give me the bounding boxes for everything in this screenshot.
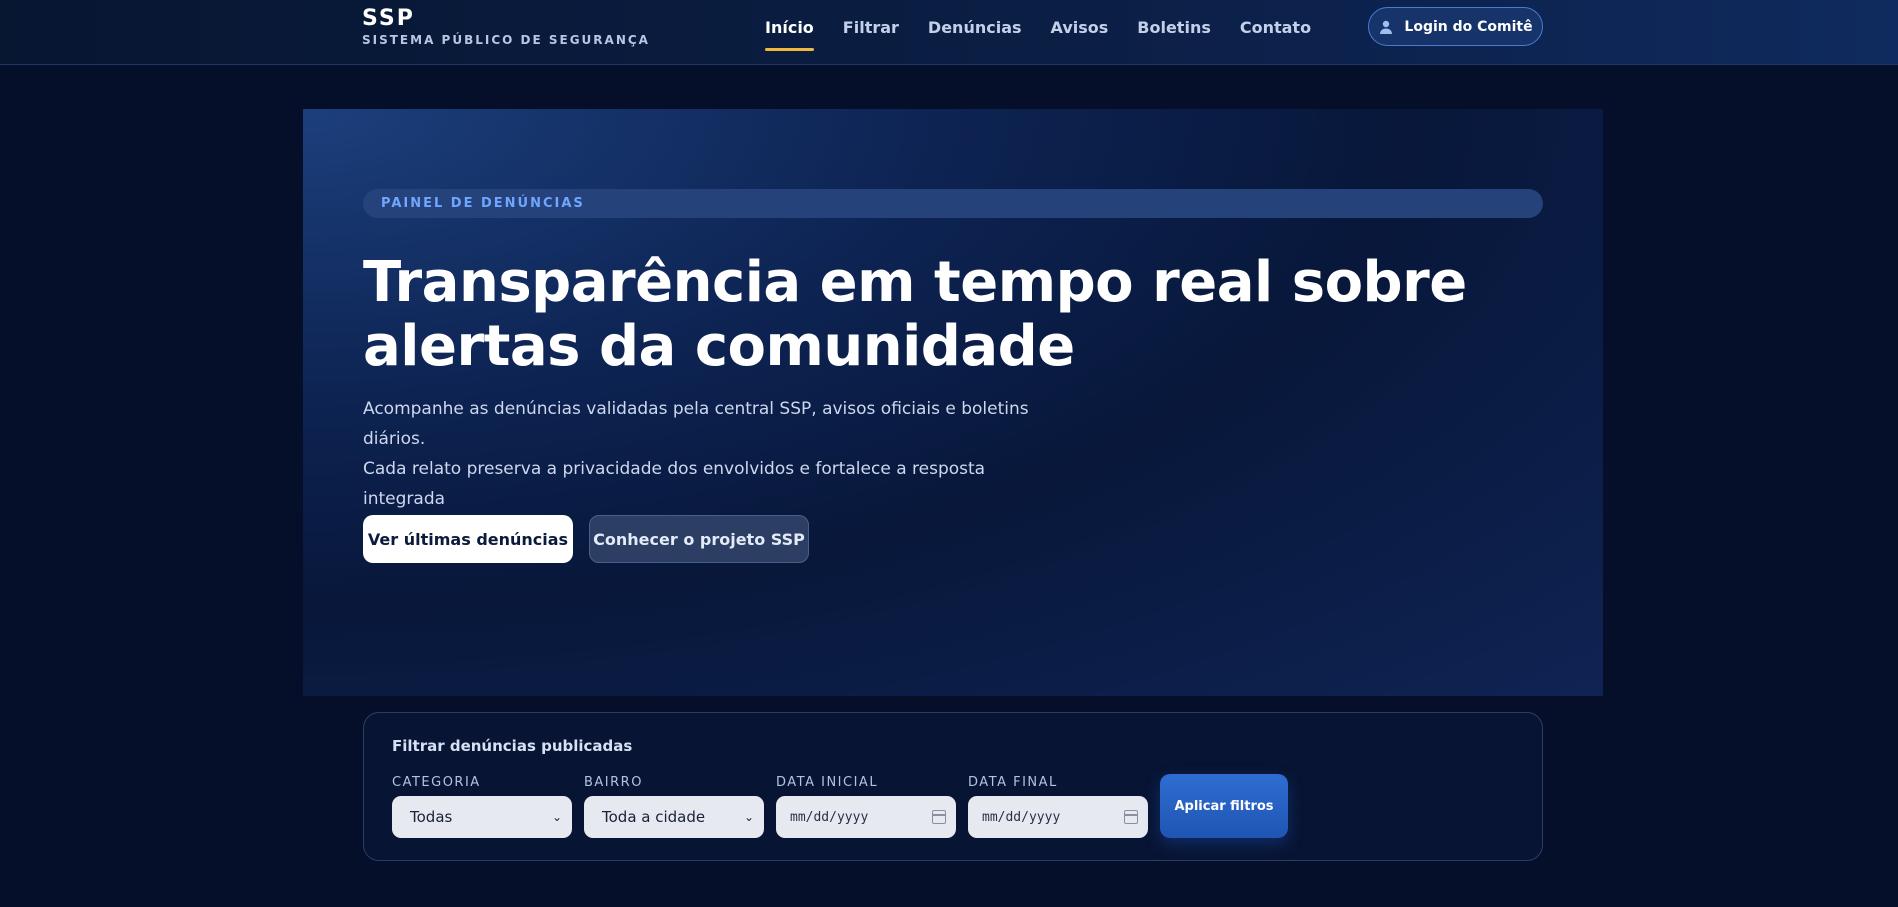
- learn-project-button[interactable]: Conhecer o projeto SSP: [589, 515, 809, 563]
- nav-item-avisos[interactable]: Avisos: [1051, 18, 1109, 51]
- filter-title: Filtrar denúncias publicadas: [392, 737, 633, 755]
- nav-item-inicio[interactable]: Início: [765, 18, 814, 51]
- nav-item-denuncias[interactable]: Denúncias: [928, 18, 1022, 51]
- hero-badge: PAINEL DE DENÚNCIAS: [363, 189, 1543, 218]
- start-date-field: DATA INICIAL mm/dd/yyyy: [776, 775, 956, 838]
- hero-description-line: Acompanhe as denúncias validadas pela ce…: [363, 399, 1029, 449]
- end-date-field: DATA FINAL mm/dd/yyyy: [968, 775, 1148, 838]
- brand[interactable]: SSP SISTEMA PÚBLICO DE SEGURANÇA: [362, 6, 650, 48]
- apply-filters-button[interactable]: Aplicar filtros: [1160, 774, 1288, 838]
- hero-description-line: Cada relato preserva a privacidade dos e…: [363, 459, 986, 509]
- top-navbar: SSP SISTEMA PÚBLICO DE SEGURANÇA Início …: [0, 0, 1898, 65]
- hero-title: Transparência em tempo real sobre alerta…: [363, 250, 1467, 379]
- start-date-label: DATA INICIAL: [776, 775, 879, 790]
- category-value: Todas: [410, 808, 453, 826]
- start-date-input[interactable]: mm/dd/yyyy: [776, 796, 956, 838]
- calendar-icon[interactable]: [1124, 810, 1138, 824]
- neighborhood-label: BAIRRO: [584, 775, 643, 790]
- neighborhood-value: Toda a cidade: [602, 808, 706, 826]
- start-date-value: mm/dd/yyyy: [790, 809, 869, 825]
- main-nav: Início Filtrar Denúncias Avisos Boletins…: [765, 18, 1311, 51]
- chevron-down-icon: ⌄: [743, 810, 754, 824]
- brand-subtitle: SISTEMA PÚBLICO DE SEGURANÇA: [362, 33, 650, 47]
- chevron-down-icon: ⌄: [551, 810, 562, 824]
- calendar-icon[interactable]: [932, 810, 946, 824]
- neighborhood-field: BAIRRO Toda a cidade ⌄: [584, 775, 764, 838]
- category-label: CATEGORIA: [392, 775, 481, 790]
- brand-name: SSP: [362, 6, 415, 31]
- category-field: CATEGORIA Todas ⌄: [392, 775, 572, 838]
- filter-panel: Filtrar denúncias publicadas CATEGORIA T…: [363, 712, 1543, 861]
- end-date-value: mm/dd/yyyy: [982, 809, 1061, 825]
- neighborhood-select[interactable]: Toda a cidade ⌄: [584, 796, 764, 838]
- nav-item-boletins[interactable]: Boletins: [1137, 18, 1211, 51]
- user-icon: [1380, 20, 1393, 34]
- nav-item-contato[interactable]: Contato: [1240, 18, 1311, 51]
- end-date-input[interactable]: mm/dd/yyyy: [968, 796, 1148, 838]
- view-latest-reports-button[interactable]: Ver últimas denúncias: [363, 515, 573, 563]
- login-label: Login do Comitê: [1404, 18, 1533, 35]
- hero-panel: PAINEL DE DENÚNCIAS Transparência em tem…: [303, 109, 1603, 696]
- nav-item-filtrar[interactable]: Filtrar: [843, 18, 899, 51]
- category-select[interactable]: Todas ⌄: [392, 796, 572, 838]
- end-date-label: DATA FINAL: [968, 775, 1058, 790]
- login-button[interactable]: Login do Comitê: [1368, 7, 1543, 46]
